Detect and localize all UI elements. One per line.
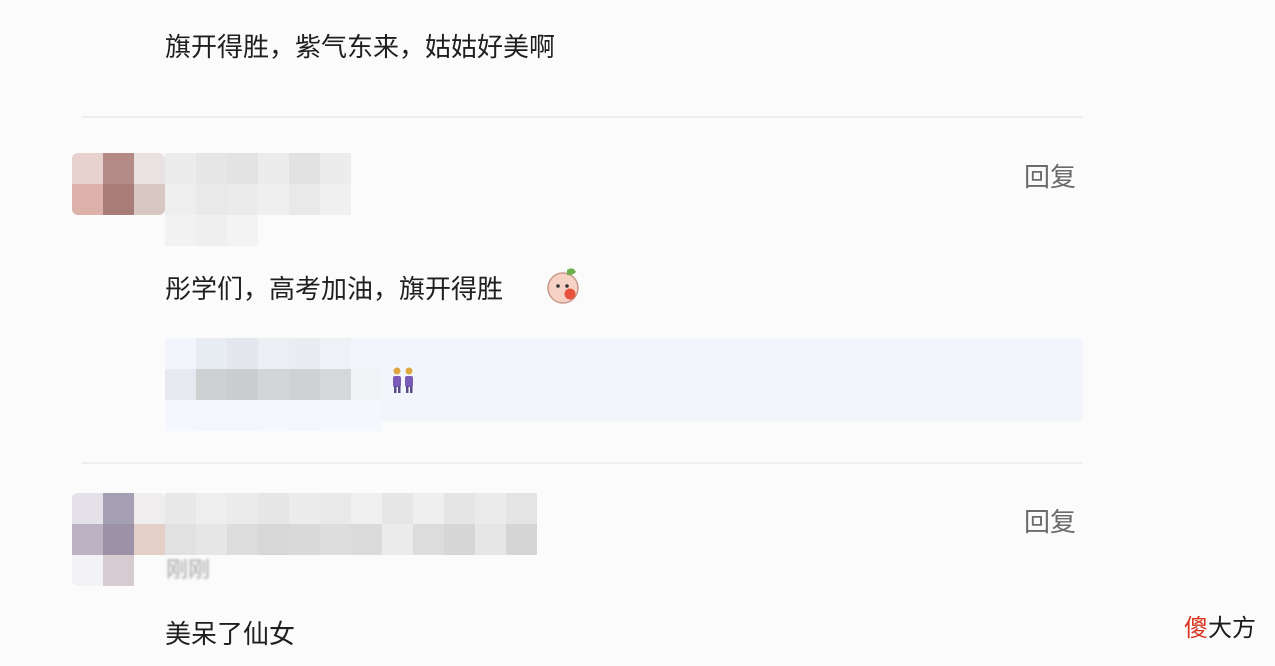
reply-button[interactable]: 回复 <box>1024 162 1076 194</box>
quoted-text-blurred <box>165 338 382 431</box>
username-blurred[interactable] <box>165 153 351 246</box>
comment-time: 刚刚 <box>166 558 211 583</box>
avatar[interactable] <box>72 153 165 215</box>
username-blurred[interactable] <box>165 493 537 555</box>
watermark: 傻大方 <box>1184 613 1256 643</box>
watermark-accent-text: 傻 <box>1184 614 1208 642</box>
comment-text: 彤学们，高考加油，旗开得胜 <box>165 275 504 305</box>
two-people-icon <box>393 367 413 393</box>
reply-button[interactable]: 回复 <box>1024 507 1076 539</box>
comment-text: 美呆了仙女 <box>165 620 296 650</box>
baby-face-emoji <box>547 268 579 304</box>
comment-text: 旗开得胜，紫气东来，姑姑好美啊 <box>165 33 556 63</box>
watermark-text: 大方 <box>1208 614 1256 642</box>
avatar[interactable] <box>72 493 165 586</box>
divider <box>82 116 1083 118</box>
divider <box>82 462 1083 464</box>
